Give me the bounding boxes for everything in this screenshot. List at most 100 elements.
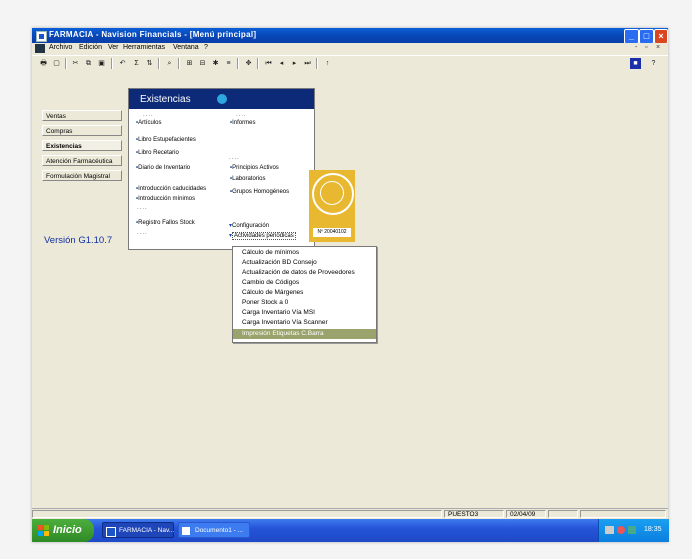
version-label: Versión G1.10.7: [44, 235, 113, 246]
menu-ver[interactable]: Ver: [108, 44, 119, 51]
menu-item-libro-recetario[interactable]: •Libro Recetario: [136, 150, 179, 156]
separator-dots: ....: [236, 112, 247, 118]
find-icon[interactable]: ⌕: [164, 58, 175, 69]
caduceus-icon: [320, 181, 344, 205]
toolbar-separator: [257, 58, 259, 69]
separator-dots: ....: [143, 112, 154, 118]
dropdown-item-cambio-codigos[interactable]: Cambio de Códigos: [233, 278, 376, 288]
toolbar-separator: [158, 58, 160, 69]
up-arrow-icon[interactable]: ↑: [322, 58, 333, 69]
copy-icon[interactable]: ⧉: [83, 58, 94, 69]
menu-help[interactable]: ?: [204, 44, 208, 51]
toolbar-separator: [178, 58, 180, 69]
nav-atencion-farmaceutica[interactable]: Atención Farmacéutica: [42, 155, 122, 166]
previous-record-icon[interactable]: ◂: [276, 58, 287, 69]
menu-bar: Archivo Edición Ver Herramientas Ventana…: [32, 43, 668, 54]
help-icon[interactable]: ?: [648, 58, 659, 69]
minimize-button[interactable]: _: [624, 29, 639, 44]
menu-item-principios-activos[interactable]: •Principios Activos: [230, 165, 279, 171]
sort-icon[interactable]: ⇅: [144, 58, 155, 69]
dropdown-item-calculo-minimos[interactable]: Cálculo de mínimos: [233, 248, 376, 258]
undo-icon[interactable]: ↶: [117, 58, 128, 69]
taskbar: Inicio FARMACIA - Nav... Documento1 - ..…: [32, 519, 669, 542]
paste-icon[interactable]: ▣: [96, 58, 107, 69]
existencias-panel: Existencias .... .... •Artículos •Inform…: [128, 88, 315, 250]
dropdown-item-calculo-margenes[interactable]: Cálculo de Márgenes: [233, 288, 376, 298]
menu-item-diario-inventario[interactable]: •Diario de Inventario: [136, 165, 190, 171]
menu-item-registro-fallos-stock[interactable]: •Registro Fallos Stock: [136, 220, 195, 226]
menu-herramientas[interactable]: Herramientas: [123, 44, 165, 51]
list-icon[interactable]: ≡: [223, 58, 234, 69]
app-system-icon[interactable]: [36, 31, 47, 42]
actividades-dropdown: Cálculo de mínimos Actualización BD Cons…: [232, 246, 377, 343]
dropdown-item-carga-inventario-scanner[interactable]: Carga Inventario Vía Scanner: [233, 318, 376, 328]
windows-flag-icon: [38, 525, 49, 536]
menu-item-configuracion[interactable]: ▾Configuración: [229, 222, 269, 229]
separator-dots: ....: [229, 155, 240, 161]
menu-item-articulos[interactable]: •Artículos: [136, 120, 161, 126]
status-extra: [548, 510, 578, 518]
menu-item-libro-estupefacientes[interactable]: •Libro Estupefacientes: [136, 137, 196, 143]
mdi-minimize-button[interactable]: -: [635, 44, 637, 51]
preview-icon[interactable]: ▢: [51, 58, 62, 69]
toolbar-separator: [111, 58, 113, 69]
nav-formulacion-magistral[interactable]: Formulación Magistral: [42, 170, 122, 181]
status-user: PUESTO3: [444, 510, 504, 518]
first-record-icon[interactable]: ⏮: [263, 58, 274, 69]
window-title: FARMACIA - Navision Financials - [Menú p…: [49, 30, 257, 39]
clock: 18:35: [644, 526, 662, 533]
toolbar-separator: [65, 58, 67, 69]
sum-icon[interactable]: Σ: [131, 58, 142, 69]
separator-dots: ....: [137, 230, 148, 236]
dropdown-item-carga-inventario-msi[interactable]: Carga Inventario Vía MSI: [233, 308, 376, 318]
seal-number: Nº 20040102: [313, 228, 351, 237]
panel-title: Existencias: [140, 94, 191, 105]
taskbar-documento1[interactable]: Documento1 - ...: [178, 522, 250, 538]
next-record-icon[interactable]: ▸: [289, 58, 300, 69]
taskbar-farmacia[interactable]: FARMACIA - Nav...: [102, 522, 174, 538]
mdi-close-button[interactable]: ×: [656, 44, 660, 51]
table-icon[interactable]: ⊟: [197, 58, 208, 69]
maximize-button[interactable]: □: [639, 29, 654, 44]
status-bar: PUESTO3 02/04/09: [32, 508, 668, 519]
network-icon[interactable]: [605, 526, 614, 534]
navision-icon[interactable]: ■: [630, 58, 641, 69]
separator-dots: ....: [137, 205, 148, 211]
menu-edicion[interactable]: Edición: [79, 44, 102, 51]
last-record-icon[interactable]: ⏭: [302, 58, 313, 69]
title-bar[interactable]: FARMACIA - Navision Financials - [Menú p…: [32, 28, 668, 44]
dropdown-item-actualizacion-proveedores[interactable]: Actualización de datos de Proveedores: [233, 268, 376, 278]
dropdown-item-actualizacion-bd-consejo[interactable]: Actualización BD Consejo: [233, 258, 376, 268]
status-extra: [580, 510, 666, 518]
nav-compras[interactable]: Compras: [42, 125, 122, 136]
security-icon[interactable]: [617, 526, 625, 534]
panel-dot-icon: [217, 94, 227, 104]
grid-icon[interactable]: ⊞: [184, 58, 195, 69]
nav-ventas[interactable]: Ventas: [42, 110, 122, 121]
nav-existencias[interactable]: Existencias: [42, 140, 122, 151]
menu-item-laboratorios[interactable]: •Laboratorios: [230, 176, 265, 182]
menu-ventana[interactable]: Ventana: [173, 44, 199, 51]
navigate-icon[interactable]: ✥: [243, 58, 254, 69]
asterisk-icon[interactable]: ✱: [210, 58, 221, 69]
menu-archivo[interactable]: Archivo: [49, 44, 72, 51]
mdi-restore-button[interactable]: ▫: [645, 44, 647, 51]
toolbar-separator: [316, 58, 318, 69]
word-icon: [182, 527, 190, 535]
menu-item-actividades-periodicas[interactable]: ▾ Actividades periódicas: [229, 232, 296, 240]
start-label: Inicio: [53, 524, 82, 536]
menu-item-introduccion-caducidades[interactable]: •Introducción caducidades: [136, 186, 206, 192]
menu-item-informes[interactable]: •Informes: [230, 120, 255, 126]
mdi-doc-icon[interactable]: [35, 44, 45, 53]
messenger-icon[interactable]: [628, 526, 636, 534]
menu-item-grupos-homogeneos[interactable]: •Grupos Homogéneos: [230, 189, 289, 195]
certificate-seal: Nº 20040102: [309, 170, 355, 242]
cut-icon[interactable]: ✂: [70, 58, 81, 69]
close-button[interactable]: ×: [654, 29, 668, 44]
toolbar-separator: [237, 58, 239, 69]
print-icon[interactable]: 🖶: [38, 58, 49, 69]
start-button[interactable]: Inicio: [32, 519, 94, 542]
dropdown-item-impresion-etiquetas[interactable]: Impresión Etiquetas C.Barra: [233, 329, 376, 339]
menu-item-introduccion-minimos[interactable]: •Introducción mínimos: [136, 196, 195, 202]
dropdown-item-poner-stock-0[interactable]: Poner Stock a 0: [233, 298, 376, 308]
